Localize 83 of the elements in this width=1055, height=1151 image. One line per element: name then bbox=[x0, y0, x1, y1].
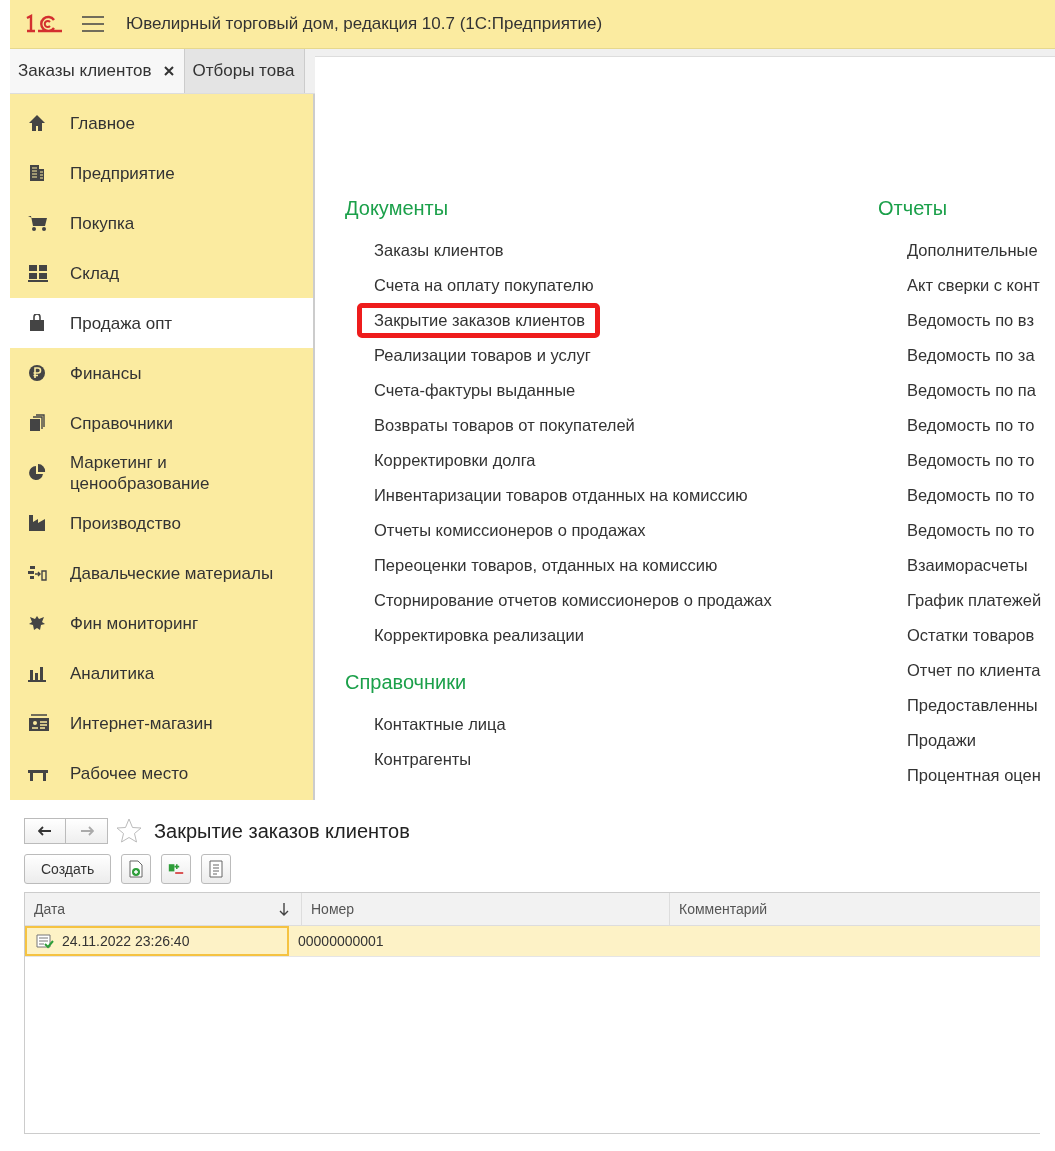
menu-link[interactable]: Корректировка реализации bbox=[345, 618, 584, 653]
bar-chart-icon bbox=[28, 664, 46, 682]
form-title: Закрытие заказов клиентов bbox=[154, 819, 410, 843]
column-header[interactable]: Дата bbox=[25, 893, 302, 925]
shelves-icon bbox=[28, 264, 48, 282]
bag-icon bbox=[28, 314, 46, 332]
section-title: Отчеты bbox=[878, 197, 949, 221]
ruble-icon bbox=[28, 364, 46, 382]
menu-link[interactable]: Инвентаризации товаров отданных на комиссию bbox=[345, 478, 748, 513]
menu-link[interactable]: Акт сверки с конт bbox=[878, 268, 1040, 303]
menu-link[interactable]: Дополнительные bbox=[878, 233, 1038, 268]
menu-link[interactable]: Отчет по клиента bbox=[878, 653, 1041, 688]
post-button[interactable] bbox=[161, 854, 192, 884]
sidebar-item[interactable]: Производство bbox=[10, 498, 313, 548]
menu-link[interactable]: Предоставленны bbox=[878, 688, 1038, 723]
column-header[interactable]: Комментарий bbox=[670, 893, 1040, 925]
logo-icon bbox=[24, 14, 64, 34]
table-cell-text: 00000000001 bbox=[297, 932, 385, 951]
sidebar-item[interactable]: Фин мониторинг bbox=[10, 598, 313, 648]
column-header[interactable]: Номер bbox=[302, 893, 670, 925]
table-row[interactable]: 24.11.2022 23:26:40 00000000001 bbox=[25, 926, 1040, 957]
menu-link[interactable]: Заказы клиентов bbox=[345, 233, 504, 268]
tab[interactable]: Отборы това bbox=[184, 49, 306, 93]
sidebar-item[interactable]: Давальческие материалы bbox=[10, 548, 313, 598]
sidebar-item[interactable]: Аналитика bbox=[10, 648, 313, 698]
menu-link[interactable]: Контактные лица bbox=[345, 707, 506, 742]
menu-link[interactable]: Ведомость по вз bbox=[878, 303, 1034, 338]
back-button[interactable] bbox=[24, 818, 66, 844]
factory-icon bbox=[28, 514, 46, 532]
tab[interactable]: Заказы клиентов bbox=[10, 49, 185, 93]
menu-link[interactable]: Сторнирование отчетов комиссионеров о продажах bbox=[345, 583, 772, 618]
books-icon bbox=[28, 414, 46, 432]
menu-link[interactable]: Переоценки товаров, отданных на комиссию bbox=[345, 548, 718, 583]
star-icon[interactable] bbox=[116, 818, 142, 844]
document-plus-icon bbox=[128, 860, 145, 878]
menu-link[interactable]: Остатки товаров bbox=[878, 618, 1035, 653]
pie-chart-icon bbox=[28, 464, 46, 482]
menu-link[interactable]: График платежей bbox=[878, 583, 1042, 618]
id-card-icon bbox=[28, 714, 50, 732]
menu-link[interactable]: Ведомость по па bbox=[878, 373, 1036, 408]
section-title: Справочники bbox=[345, 671, 468, 695]
sidebar-item[interactable]: Справочники bbox=[10, 398, 313, 448]
building-icon bbox=[28, 164, 46, 182]
transfer-icon bbox=[28, 564, 48, 582]
menu-link[interactable]: Возвраты товаров от покупателей bbox=[345, 408, 635, 443]
menu-link[interactable]: Закрытие заказов клиентов bbox=[357, 303, 600, 338]
document-list-icon bbox=[208, 860, 225, 878]
menu-link[interactable]: Продажи bbox=[878, 723, 976, 758]
menu-link[interactable]: Взаиморасчеты bbox=[878, 548, 1028, 583]
section-title: Документы bbox=[345, 197, 450, 221]
menu-link[interactable]: Счета на оплату покупателю bbox=[345, 268, 594, 303]
table-cell: 24.11.2022 23:26:40 bbox=[25, 926, 289, 956]
right-arrow-icon bbox=[79, 826, 94, 836]
sidebar-item[interactable]: Продажа опт bbox=[10, 298, 313, 348]
house-icon bbox=[28, 114, 46, 132]
menu-link[interactable]: Счета-фактуры выданные bbox=[345, 373, 576, 408]
left-arrow-icon bbox=[38, 826, 52, 836]
menu-link[interactable]: Процентная оцен bbox=[878, 758, 1041, 793]
app-title: Ювелирный торговый дом, редакция 10.7 (1С:Предприятие) bbox=[126, 14, 603, 34]
sidebar-item[interactable]: Склад bbox=[10, 248, 313, 298]
sidebar-item[interactable]: Покупка bbox=[10, 198, 313, 248]
sidebar-item[interactable]: Финансы bbox=[10, 348, 313, 398]
copy-button[interactable] bbox=[121, 854, 152, 884]
sidebar-item[interactable]: Интернет-магазин bbox=[10, 698, 313, 748]
sidebar-item[interactable]: Предприятие bbox=[10, 148, 313, 198]
create-button[interactable]: Создать bbox=[24, 854, 112, 884]
cart-icon bbox=[28, 214, 48, 232]
sidebar-item[interactable]: Главное bbox=[10, 98, 313, 148]
menu-link[interactable]: Реализации товаров и услуг bbox=[345, 338, 591, 373]
menu-link[interactable]: Ведомость по то bbox=[878, 513, 1035, 548]
close-icon[interactable] bbox=[163, 66, 174, 76]
menu-link[interactable]: Корректировки долга bbox=[345, 443, 536, 478]
menu-link[interactable]: Ведомость по то bbox=[878, 478, 1035, 513]
sidebar-item[interactable]: Маркетинг и ценообразование bbox=[10, 448, 313, 498]
menu-link[interactable]: Ведомость по то bbox=[878, 443, 1035, 478]
menu-link[interactable]: Контрагенты bbox=[345, 742, 472, 777]
menu-link[interactable]: Ведомость по то bbox=[878, 408, 1035, 443]
eagle-emblem-icon bbox=[28, 614, 46, 632]
sidebar-item[interactable]: Рабочее место bbox=[10, 748, 313, 798]
menu-icon[interactable] bbox=[82, 16, 104, 32]
report-button[interactable] bbox=[201, 854, 232, 884]
menu-link[interactable]: Ведомость по за bbox=[878, 338, 1035, 373]
menu-link[interactable]: Отчеты комиссионеров о продажах bbox=[345, 513, 646, 548]
